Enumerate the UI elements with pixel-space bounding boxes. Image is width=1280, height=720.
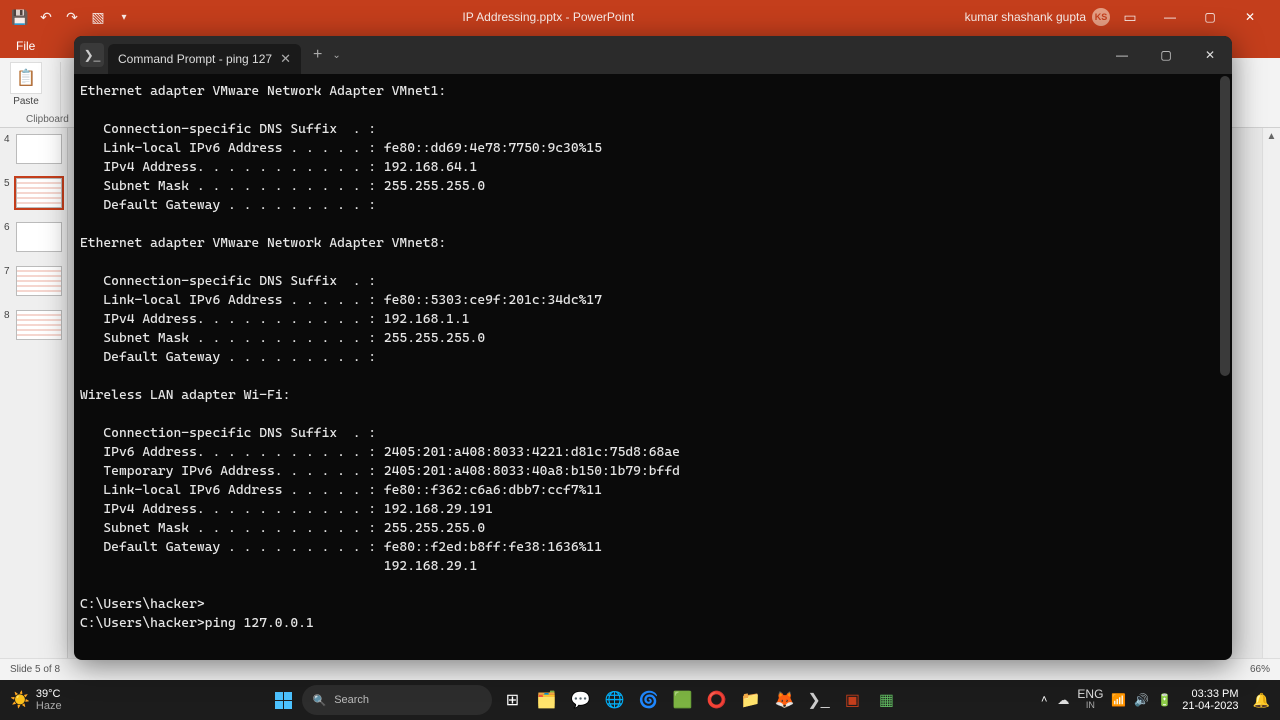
terminal-window: ❯_ Command Prompt - ping 127 ✕ + ⌄ — ▢ ✕…: [74, 36, 1232, 660]
qat-more-icon[interactable]: ▾: [116, 9, 132, 25]
explorer-icon[interactable]: 🗂️: [532, 686, 560, 714]
thumb-number: 7: [4, 266, 12, 277]
teams-icon[interactable]: 💬: [566, 686, 594, 714]
terminal-tab-title: Command Prompt - ping 127: [118, 52, 272, 66]
volume-icon[interactable]: 🔊: [1134, 693, 1149, 707]
start-button[interactable]: [270, 687, 296, 713]
thumb-number: 6: [4, 222, 12, 233]
firefox-icon[interactable]: 🦊: [770, 686, 798, 714]
weather-icon: ☀️: [10, 690, 30, 710]
weather-desc: Haze: [36, 700, 62, 712]
notifications-icon[interactable]: 🔔: [1253, 692, 1270, 709]
powerpoint-statusbar: Slide 5 of 8 66%: [0, 658, 1280, 680]
terminal-maximize-button[interactable]: ▢: [1144, 36, 1188, 74]
chrome-icon[interactable]: 🌐: [600, 686, 628, 714]
slide-indicator: Slide 5 of 8: [10, 664, 60, 675]
slide-thumb[interactable]: [16, 266, 62, 296]
taskbar-center: 🔍 Search ⊞ 🗂️ 💬 🌐 🌀 🟩 ⭕ 📁 🦊 ❯_ ▣ ▦: [130, 685, 1041, 715]
zoom-level[interactable]: 66%: [1250, 664, 1270, 675]
redo-icon[interactable]: ↷: [64, 9, 80, 25]
powerpoint-taskbar-icon[interactable]: ▣: [838, 686, 866, 714]
file-tab[interactable]: File: [6, 37, 45, 55]
app-icon[interactable]: 🟩: [668, 686, 696, 714]
terminal-output[interactable]: Ethernet adapter VMware Network Adapter …: [74, 74, 1232, 660]
opera-icon[interactable]: ⭕: [702, 686, 730, 714]
language-indicator[interactable]: ENG: [1077, 689, 1103, 700]
tab-dropdown-icon[interactable]: ⌄: [332, 50, 340, 61]
terminal-close-button[interactable]: ✕: [1188, 36, 1232, 74]
battery-icon[interactable]: 🔋: [1157, 693, 1172, 707]
thumb-number: 5: [4, 178, 12, 189]
windows-taskbar: ☀️ 39°C Haze 🔍 Search ⊞ 🗂️ 💬 🌐 🌀 🟩 ⭕ 📁 🦊…: [0, 680, 1280, 720]
search-placeholder: Search: [334, 694, 369, 706]
undo-icon[interactable]: ↶: [38, 9, 54, 25]
app-icon-2[interactable]: ▦: [872, 686, 900, 714]
weather-temp: 39°C: [36, 688, 62, 700]
tab-close-icon[interactable]: ✕: [280, 51, 291, 67]
paste-icon[interactable]: 📋: [10, 62, 42, 94]
terminal-minimize-button[interactable]: —: [1100, 36, 1144, 74]
slide-thumb[interactable]: [16, 134, 62, 164]
terminal-scrollbar[interactable]: [1220, 76, 1230, 376]
user-name: kumar shashank gupta: [965, 10, 1086, 24]
terminal-tab[interactable]: Command Prompt - ping 127 ✕: [108, 44, 301, 74]
minimize-button[interactable]: —: [1150, 3, 1190, 31]
locale-indicator: IN: [1086, 700, 1095, 711]
taskbar-tray: ˄ ☁ ENG IN 📶 🔊 🔋 03:33 PM 21-04-2023 🔔: [1041, 688, 1280, 712]
taskbar-weather[interactable]: ☀️ 39°C Haze: [0, 688, 130, 712]
quick-access-toolbar: 💾 ↶ ↷ ▧ ▾: [12, 9, 132, 25]
powerpoint-titlebar: 💾 ↶ ↷ ▧ ▾ IP Addressing.pptx - PowerPoin…: [0, 0, 1280, 34]
edge-icon[interactable]: 🌀: [634, 686, 662, 714]
user-account[interactable]: kumar shashank gupta KS: [965, 8, 1110, 26]
thumb-number: 8: [4, 310, 12, 321]
clock-time: 03:33 PM: [1191, 688, 1238, 700]
task-view-icon[interactable]: ⊞: [498, 686, 526, 714]
new-tab-icon[interactable]: +: [313, 46, 322, 64]
paste-label: Paste: [13, 96, 39, 107]
scroll-up-icon[interactable]: ▲: [1263, 128, 1280, 144]
slide-thumbnail-panel[interactable]: 4 5 6 7 8: [0, 128, 68, 682]
slide-thumb[interactable]: [16, 310, 62, 340]
vertical-scrollbar[interactable]: ▲ ▼: [1262, 128, 1280, 682]
wifi-icon[interactable]: 📶: [1111, 693, 1126, 707]
save-icon[interactable]: 💾: [12, 9, 28, 25]
terminal-taskbar-icon[interactable]: ❯_: [804, 686, 832, 714]
slide-thumb-selected[interactable]: [16, 178, 62, 208]
avatar: KS: [1092, 8, 1110, 26]
clipboard-group-label: Clipboard: [14, 114, 69, 125]
terminal-app-icon[interactable]: ❯_: [80, 43, 104, 67]
maximize-button[interactable]: ▢: [1190, 3, 1230, 31]
tray-chevron-icon[interactable]: ˄: [1041, 694, 1047, 706]
terminal-titlebar[interactable]: ❯_ Command Prompt - ping 127 ✕ + ⌄ — ▢ ✕: [74, 36, 1232, 74]
close-button[interactable]: ✕: [1230, 3, 1270, 31]
folder-icon[interactable]: 📁: [736, 686, 764, 714]
taskbar-clock[interactable]: 03:33 PM 21-04-2023: [1182, 688, 1238, 712]
document-title: IP Addressing.pptx - PowerPoint: [132, 10, 965, 24]
slide-thumb[interactable]: [16, 222, 62, 252]
taskbar-search[interactable]: 🔍 Search: [302, 685, 492, 715]
thumb-number: 4: [4, 134, 12, 145]
ribbon-options-icon[interactable]: ▭: [1122, 9, 1138, 25]
clock-date: 21-04-2023: [1182, 700, 1238, 712]
slideshow-icon[interactable]: ▧: [90, 9, 106, 25]
search-icon: 🔍: [312, 694, 326, 707]
onedrive-icon[interactable]: ☁: [1057, 693, 1069, 707]
